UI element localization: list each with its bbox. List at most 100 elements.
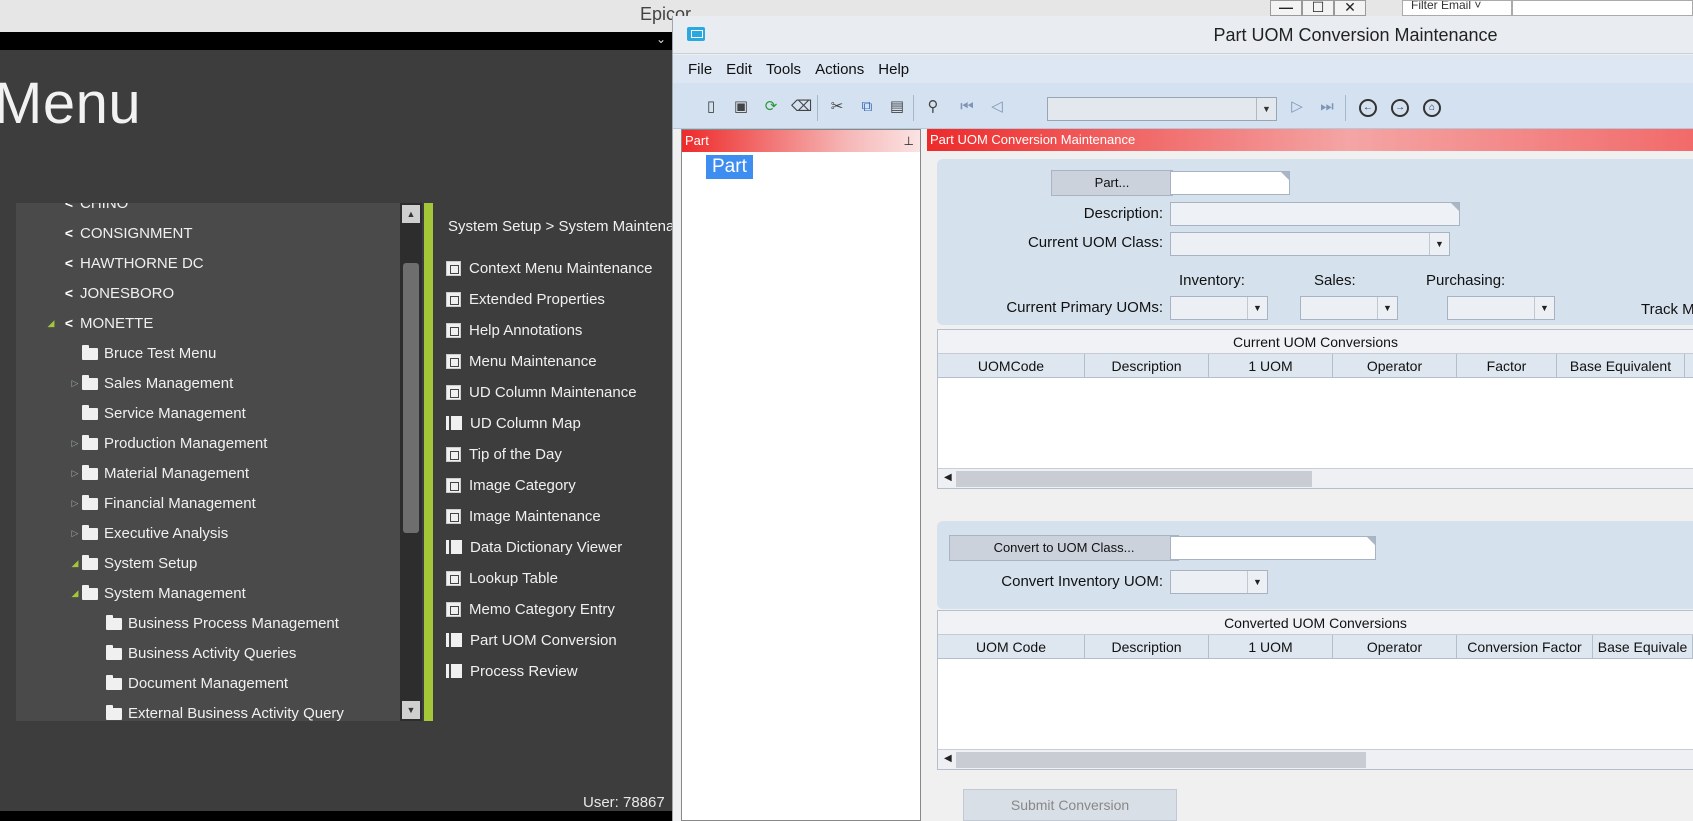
scroll-thumb[interactable] — [403, 263, 419, 533]
scroll-thumb[interactable] — [956, 471, 1312, 487]
tree-item[interactable]: Document Management — [92, 669, 288, 697]
menu-item[interactable]: Extended Properties — [446, 285, 605, 313]
close-button[interactable]: ✕ — [1334, 0, 1366, 16]
tree-item[interactable]: < HAWTHORNE DC — [44, 249, 204, 277]
tree-item[interactable]: ▷ Sales Management — [68, 369, 234, 397]
column-header[interactable]: Description — [1085, 635, 1209, 658]
collapse-icon[interactable]: ◢ — [44, 318, 58, 329]
scroll-down-icon[interactable]: ▼ — [402, 701, 420, 719]
forward-icon[interactable]: → — [1391, 99, 1409, 117]
tree-item[interactable]: ▷ Production Management — [68, 429, 268, 457]
scroll-up-icon[interactable]: ▲ — [402, 205, 420, 223]
inventory-uom-combo[interactable]: ▼ — [1170, 296, 1268, 320]
expand-icon[interactable]: ▷ — [68, 468, 82, 479]
chevron-down-icon[interactable]: ▼ — [1534, 297, 1554, 319]
column-header[interactable]: Base Equivalent — [1557, 354, 1685, 377]
column-header[interactable]: 1 UOM — [1209, 635, 1333, 658]
menu-item[interactable]: UD Column Map — [446, 409, 581, 437]
filter-email-dropdown[interactable]: Filter Email ˅ — [1402, 0, 1512, 16]
first-record-icon[interactable]: ⏮ — [957, 97, 977, 117]
tree-item[interactable]: < JONESBORO — [44, 279, 174, 307]
convert-uom-class-input[interactable] — [1170, 536, 1376, 560]
scroll-left-icon[interactable]: ◀ — [944, 753, 952, 764]
previous-record-icon[interactable]: ◁ — [987, 97, 1007, 117]
tree-node-part[interactable]: Part — [706, 155, 753, 179]
column-header[interactable]: 1 UOM — [1209, 354, 1333, 377]
menu-actions[interactable]: Actions — [808, 61, 871, 78]
tree-item[interactable]: < CHINO — [44, 203, 128, 217]
column-header[interactable]: UOMCode — [938, 354, 1085, 377]
column-header[interactable]: Operator — [1333, 354, 1457, 377]
column-header[interactable]: Conversion Factor — [1457, 635, 1593, 658]
purchasing-uom-combo[interactable]: ▼ — [1447, 296, 1555, 320]
tree-item[interactable]: ◢ < MONETTE — [44, 309, 154, 337]
chevron-down-icon[interactable]: ▼ — [1429, 233, 1449, 255]
back-icon[interactable]: ← — [1359, 99, 1377, 117]
new-icon[interactable]: ▯ — [701, 97, 721, 117]
home-icon[interactable]: ⌂ — [1423, 99, 1441, 117]
current-grid-hscroll[interactable]: ◀ — [938, 468, 1693, 488]
menu-item[interactable]: Help Annotations — [446, 316, 582, 344]
tree-item[interactable]: ▷ Financial Management — [68, 489, 256, 517]
tree-item[interactable]: Bruce Test Menu — [68, 339, 216, 367]
tree-item[interactable]: Business Activity Queries — [92, 639, 296, 667]
tree-item[interactable]: ◢ System Management — [68, 579, 246, 607]
menu-item[interactable]: Data Dictionary Viewer — [446, 533, 622, 561]
chevron-down-icon[interactable]: ▼ — [1247, 297, 1267, 319]
menu-item[interactable]: UD Column Maintenance — [446, 378, 637, 406]
scroll-thumb[interactable] — [956, 752, 1366, 768]
menu-item[interactable]: Context Menu Maintenance — [446, 254, 652, 282]
copy-icon[interactable]: ⧉ — [857, 97, 877, 117]
binoculars-icon[interactable]: ⚲ — [923, 97, 943, 117]
submit-conversion-button[interactable]: Submit Conversion — [963, 789, 1177, 821]
maximize-button[interactable]: ☐ — [1302, 0, 1334, 16]
next-record-icon[interactable]: ▷ — [1287, 97, 1307, 117]
part-button[interactable]: Part... — [1051, 170, 1173, 196]
save-icon[interactable]: ▣ — [731, 97, 751, 117]
menu-item[interactable]: Tip of the Day — [446, 440, 562, 468]
column-header[interactable]: UOM Code — [938, 635, 1085, 658]
expand-icon[interactable]: ▷ — [68, 378, 82, 389]
menu-file[interactable]: File — [681, 61, 719, 78]
cut-icon[interactable]: ✂ — [827, 97, 847, 117]
chevron-down-icon[interactable]: ▼ — [1377, 297, 1397, 319]
menu-item[interactable]: Image Category — [446, 471, 576, 499]
collapse-icon[interactable]: ◢ — [68, 558, 82, 569]
column-header[interactable]: Description — [1085, 354, 1209, 377]
collapse-icon[interactable]: ◢ — [68, 588, 82, 599]
part-input[interactable] — [1170, 171, 1290, 195]
menu-item[interactable]: Part UOM Conversion — [446, 626, 617, 654]
column-header[interactable]: Factor — [1457, 354, 1557, 377]
minimize-button[interactable]: — — [1270, 0, 1302, 16]
tree-item[interactable]: Business Process Management — [92, 609, 339, 637]
tree-item[interactable]: < CONSIGNMENT — [44, 219, 193, 247]
breadcrumb[interactable]: System Setup > System Maintena — [448, 218, 674, 235]
menu-edit[interactable]: Edit — [719, 61, 759, 78]
refresh-icon[interactable]: ⟳ — [761, 97, 781, 117]
clear-icon[interactable]: ⌫ — [791, 97, 812, 117]
expand-icon[interactable]: ▷ — [68, 498, 82, 509]
paste-icon[interactable]: ▤ — [887, 97, 907, 117]
convert-inventory-uom-combo[interactable]: ▼ — [1170, 570, 1268, 594]
chevron-down-icon[interactable]: ▼ — [1247, 571, 1267, 593]
tree-item[interactable]: ◢ System Setup — [68, 549, 198, 577]
chevron-down-icon[interactable]: ▼ — [1256, 98, 1276, 120]
menu-item[interactable]: Menu Maintenance — [446, 347, 597, 375]
menu-item[interactable]: Memo Category Entry — [446, 595, 615, 623]
filter-input[interactable] — [1512, 0, 1693, 16]
menu-tree-scrollbar[interactable]: ▲ ▼ — [400, 203, 422, 721]
tree-item[interactable]: Service Management — [68, 399, 246, 427]
tree-item[interactable]: ▷ Material Management — [68, 459, 250, 487]
converted-grid-hscroll[interactable]: ◀ — [938, 749, 1693, 769]
convert-to-uom-class-button[interactable]: Convert to UOM Class... — [949, 535, 1179, 561]
chevron-down-icon[interactable]: ⌄ — [656, 32, 666, 46]
sales-uom-combo[interactable]: ▼ — [1300, 296, 1398, 320]
record-navigator[interactable]: ▼ — [1047, 97, 1277, 121]
menu-tools[interactable]: Tools — [759, 61, 808, 78]
column-header[interactable]: Base Equivale — [1593, 635, 1693, 658]
current-uom-class-combo[interactable]: ▼ — [1170, 232, 1450, 256]
column-header[interactable]: Operator — [1333, 635, 1457, 658]
tree-item[interactable]: External Business Activity Query — [92, 699, 344, 721]
menu-help[interactable]: Help — [871, 61, 916, 78]
pin-icon[interactable]: ⊥ — [904, 130, 914, 152]
